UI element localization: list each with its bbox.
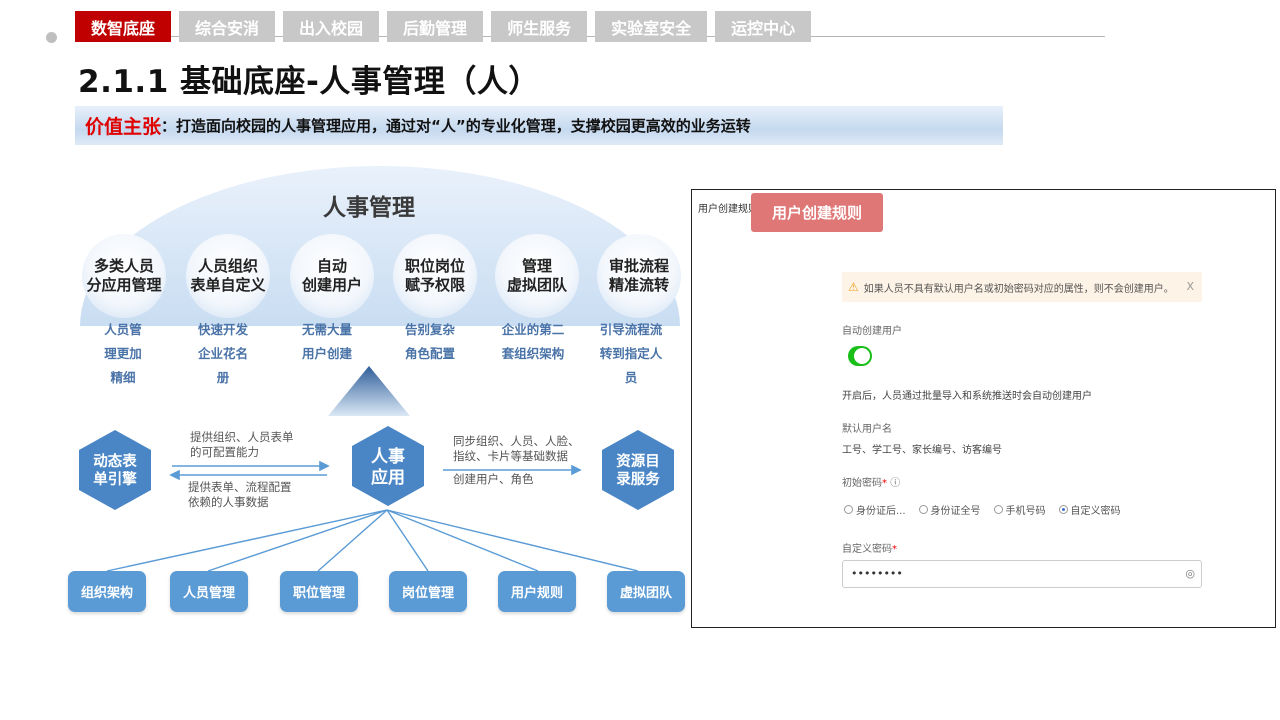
value-label: 价值主张 <box>85 116 162 138</box>
page-title: 2.1.1 基础底座-人事管理（人） <box>78 64 540 100</box>
tab-campus-access[interactable]: 出入校园 <box>283 11 380 42</box>
value-text: ：打造面向校园的人事管理应用，通过对“人”的专业化管理，支撑校园更高效的业务运转 <box>161 117 751 135</box>
hr-diagram: 人事管理 多类人员 分应用管理 人员组织 表单自定义 自动 创建用户 职位岗位 … <box>60 160 690 630</box>
left-top-annotation: 提供组织、人员表单 的可配置能力 <box>190 430 294 459</box>
tab-lab-safety[interactable]: 实验室安全 <box>595 11 708 42</box>
panel-header: 用户创建规则 <box>698 204 758 215</box>
top-nav: 数智底座 综合安消 出入校园 后勤管理 师生服务 实验室安全 运控中心 <box>75 11 812 42</box>
module-post: 岗位管理 <box>389 571 467 612</box>
radio-id-suffix[interactable]: 身份证后... <box>844 502 906 517</box>
custom-password-label: 自定义密码* <box>842 544 897 555</box>
password-options: 身份证后... 身份证全号 手机号码 自定义密码 <box>844 502 1121 517</box>
auto-create-label: 自动创建用户 <box>842 326 902 337</box>
default-username-value: 工号、学工号、家长编号、访客编号 <box>842 445 1002 456</box>
module-user-rules: 用户规则 <box>498 571 576 612</box>
tab-teacher-student[interactable]: 师生服务 <box>491 11 588 42</box>
module-org-structure: 组织架构 <box>68 571 146 612</box>
radio-id-full[interactable]: 身份证全号 <box>918 502 981 517</box>
warning-icon: ⚠ <box>848 280 859 294</box>
right-top-annotation: 同步组织、人员、人脸、 指纹、卡片等基础数据 <box>453 434 580 463</box>
radio-phone[interactable]: 手机号码 <box>993 502 1046 517</box>
tab-security[interactable]: 综合安消 <box>179 11 276 42</box>
tab-digital-base[interactable]: 数智底座 <box>75 11 172 42</box>
radio-custom[interactable]: 自定义密码 <box>1058 502 1121 517</box>
right-bottom-annotation: 创建用户、角色 <box>453 472 534 486</box>
user-rule-panel: 用户创建规则 用户创建规则 ⚠ 如果人员不具有默认用户名或初始密码对应的属性，则… <box>691 189 1276 628</box>
right-hexagon-label: 资源目 录服务 <box>616 454 660 488</box>
center-hexagon-label: 人事 应用 <box>371 447 405 488</box>
custom-password-input[interactable]: •••••••• ◎ <box>842 560 1202 588</box>
nav-bullet <box>46 32 57 43</box>
eye-icon[interactable]: ◎ <box>1185 567 1195 580</box>
tab-ops-center[interactable]: 运控中心 <box>715 11 812 42</box>
auto-create-toggle[interactable] <box>848 346 872 366</box>
connector-lines <box>79 426 674 572</box>
alert-text: 如果人员不具有默认用户名或初始密码对应的属性，则不会创建用户。 <box>863 283 1174 295</box>
left-hexagon-label: 动态表 单引擎 <box>93 454 137 488</box>
warning-alert: ⚠ 如果人员不具有默认用户名或初始密码对应的属性，则不会创建用户。 X <box>842 272 1202 302</box>
left-bottom-annotation: 提供表单、流程配置 依赖的人事数据 <box>188 480 292 509</box>
value-proposition-bar: 价值主张 ：打造面向校园的人事管理应用，通过对“人”的专业化管理，支撑校园更高效… <box>75 106 1003 145</box>
module-position: 职位管理 <box>280 571 358 612</box>
module-personnel: 人员管理 <box>170 571 248 612</box>
tab-logistics[interactable]: 后勤管理 <box>387 11 484 42</box>
panel-badge: 用户创建规则 <box>751 193 883 232</box>
init-password-label: 初始密码* ⓘ <box>842 478 901 489</box>
default-username-label: 默认用户名 <box>842 424 892 435</box>
auto-create-desc: 开启后，人员通过批量导入和系统推送时会自动创建用户 <box>842 391 1092 402</box>
close-icon[interactable]: X <box>1186 280 1194 293</box>
module-virtual-team: 虚拟团队 <box>607 571 685 612</box>
help-icon[interactable]: ⓘ <box>890 478 900 489</box>
